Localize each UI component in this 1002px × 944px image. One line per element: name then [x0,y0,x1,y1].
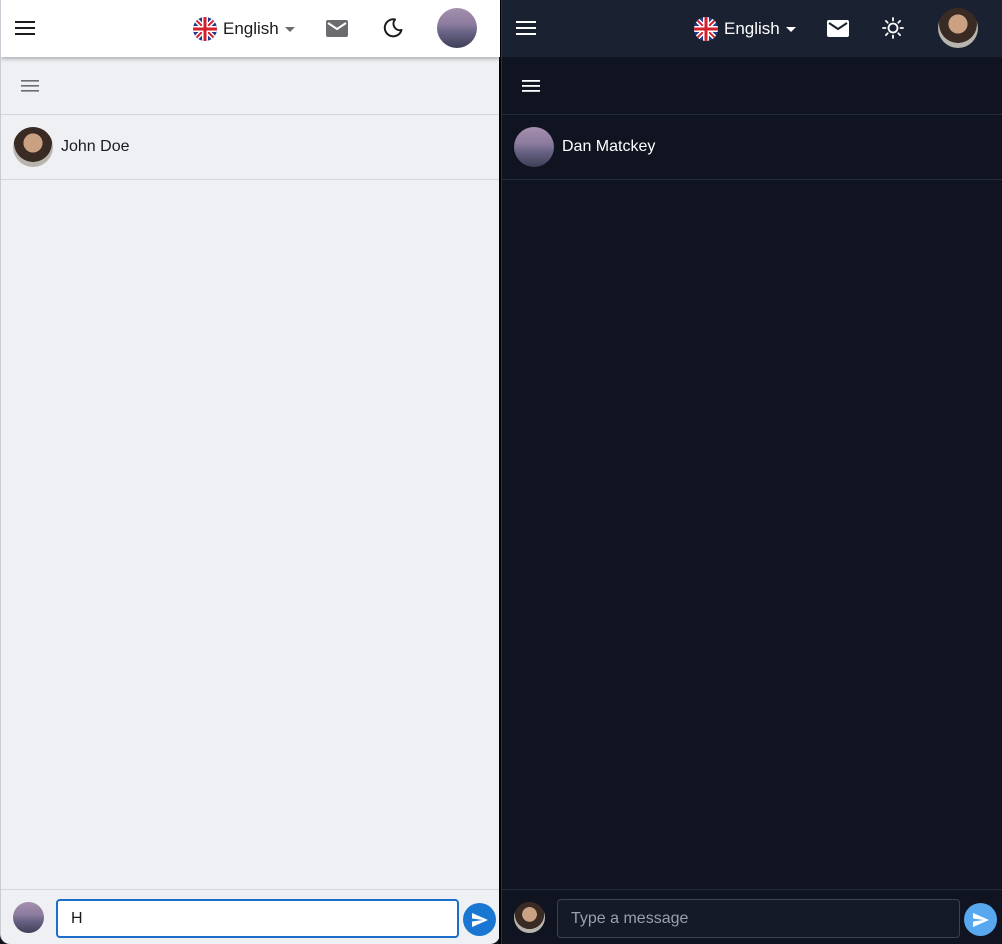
chevron-down-icon [284,26,295,32]
hamburger-menu-icon[interactable] [19,77,41,95]
top-app-bar: English [1,0,500,57]
message-input[interactable] [557,899,960,938]
chat-list-toolbar [502,57,1002,115]
language-label: English [223,19,279,38]
contact-name: Dan Matckey [562,138,656,155]
hamburger-menu-icon[interactable] [520,77,542,95]
contact-avatar [514,127,554,167]
send-icon [471,912,488,927]
message-composer [1,889,500,944]
chat-list-toolbar [1,57,500,115]
message-input[interactable] [56,899,459,938]
language-selector[interactable]: English [193,16,295,42]
top-app-bar: English [502,0,1002,57]
sender-avatar [13,902,44,933]
language-label: English [724,19,780,38]
mail-icon[interactable] [326,18,348,38]
user-avatar[interactable] [437,8,477,48]
light-chat-window: English John Doe [0,0,500,944]
moon-icon[interactable] [382,17,404,39]
dark-chat-window: English Dan Matckey [501,0,1002,944]
contact-name: John Doe [61,138,130,155]
mail-icon[interactable] [827,18,849,38]
message-composer [502,889,1002,944]
send-icon [972,912,989,927]
sender-avatar [514,902,545,933]
send-button[interactable] [964,903,997,936]
user-avatar[interactable] [938,8,978,48]
contact-list-item[interactable]: Dan Matckey [502,115,1002,180]
contact-avatar [13,127,53,167]
contact-list-item[interactable]: John Doe [1,115,500,180]
chevron-down-icon [785,26,796,32]
uk-flag-icon [193,17,217,41]
uk-flag-icon [694,17,718,41]
hamburger-menu-icon[interactable] [514,16,538,40]
hamburger-menu-icon[interactable] [13,16,37,40]
send-button[interactable] [463,903,496,936]
language-selector[interactable]: English [694,16,796,42]
sun-icon[interactable] [882,17,904,39]
